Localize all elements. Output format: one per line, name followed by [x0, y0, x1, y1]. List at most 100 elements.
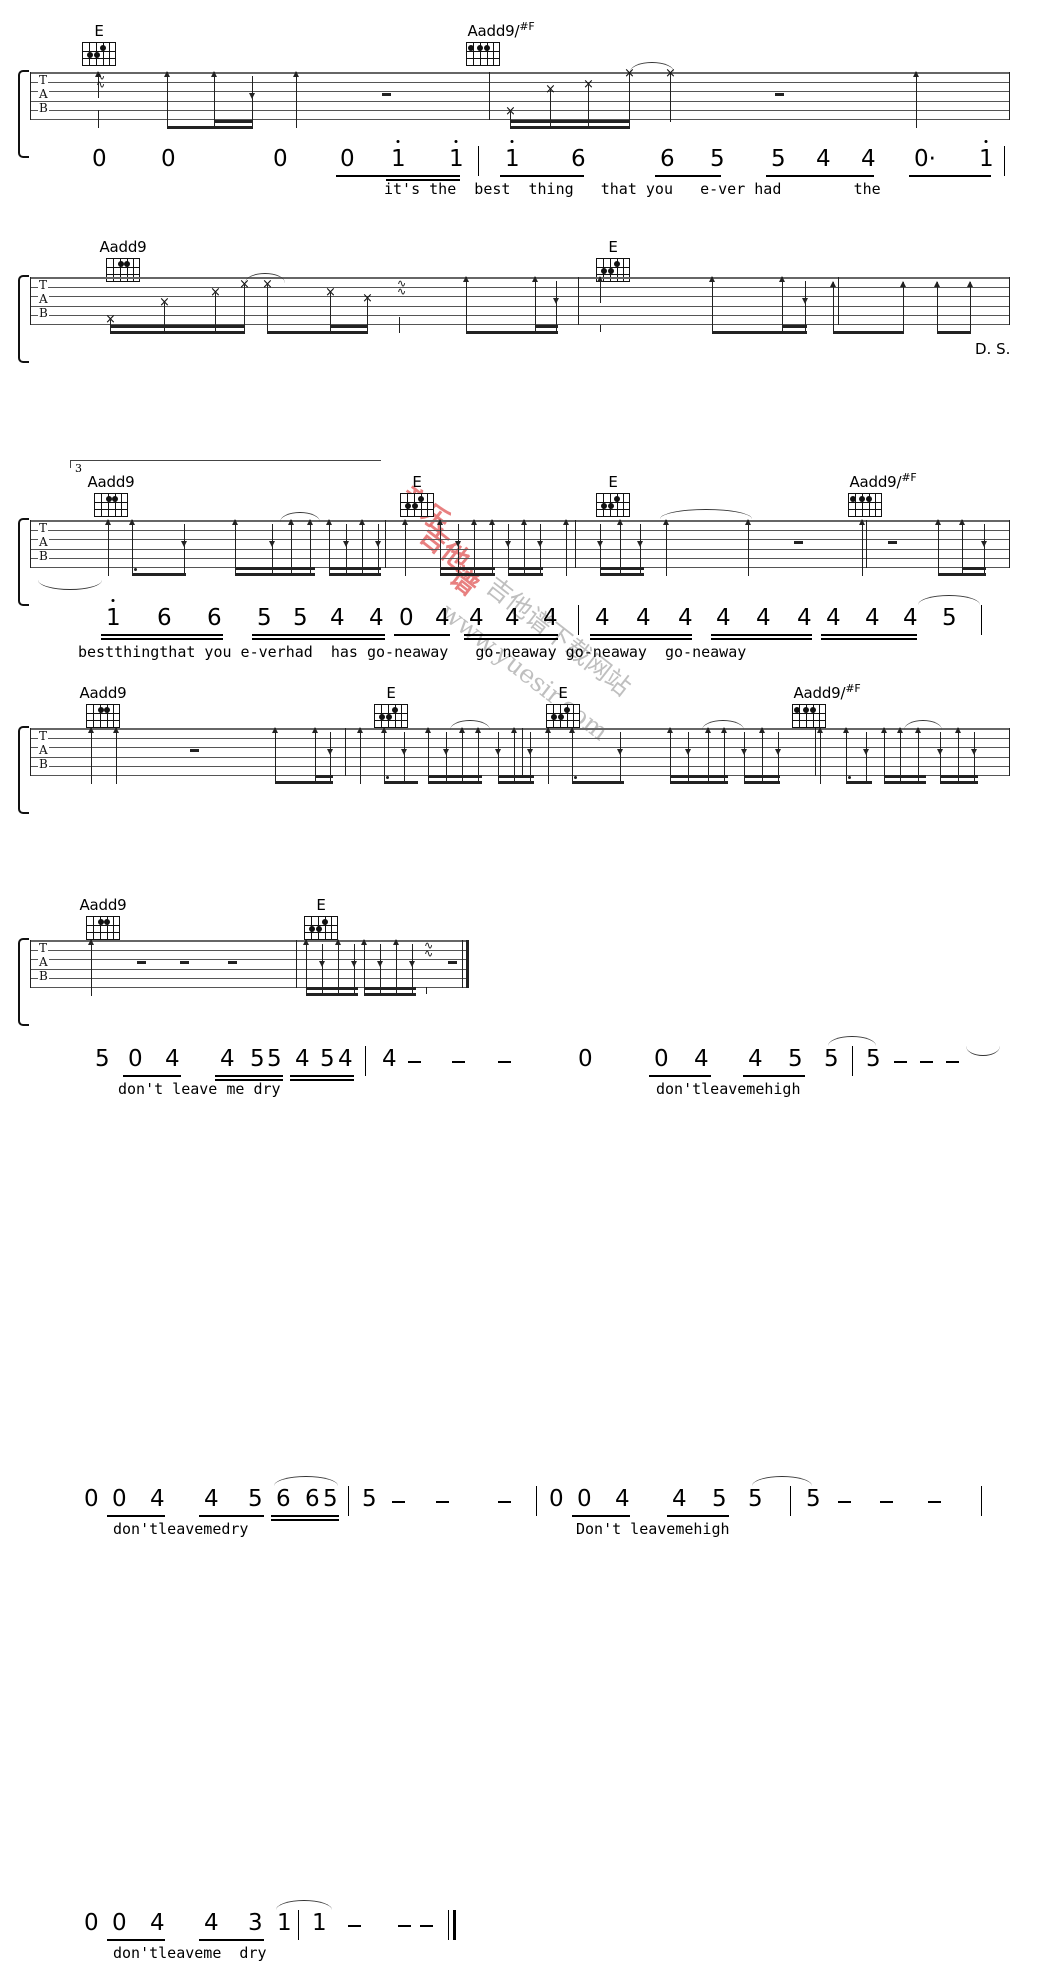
barline: [1009, 520, 1011, 568]
chord-name: E: [412, 473, 422, 491]
note-number: 1: [449, 140, 464, 171]
note-number: 0·: [914, 146, 936, 172]
chord-name: Aadd9/#F: [467, 20, 535, 40]
tab-letter-b: B: [38, 306, 49, 320]
note-number: 1: [979, 140, 994, 171]
note-stem: [846, 750, 848, 784]
note-number: 5: [248, 1486, 263, 1512]
barline: [30, 940, 32, 988]
hold-dash: [498, 1501, 511, 1504]
strum-up: [357, 727, 363, 750]
chord-name: Aadd9: [99, 238, 147, 256]
note-number: 6: [305, 1486, 320, 1512]
note-stem: [478, 750, 480, 784]
note-stem: [958, 750, 960, 784]
note-stem: [805, 303, 807, 333]
chord-aadd9-sharp-f: Aadd9/#F: [848, 472, 918, 517]
chord-name: Aadd9: [79, 684, 127, 702]
slur: [904, 720, 942, 730]
note-stem: [688, 754, 690, 784]
barline: [522, 728, 524, 776]
note-stem: [446, 754, 448, 784]
chord-e: E: [304, 898, 338, 940]
strum-up: [779, 276, 785, 299]
strum-up: [545, 727, 551, 750]
beam: [306, 993, 358, 996]
note-number: 4: [615, 1486, 630, 1512]
rest-dash: [382, 93, 391, 96]
note-stem: [984, 546, 986, 576]
beam: [498, 775, 534, 778]
rest-dash: [448, 961, 457, 964]
chord-diagram-e: [374, 704, 408, 728]
strum-down: [617, 732, 623, 755]
beam: [329, 573, 381, 576]
note-stem: [329, 542, 331, 576]
beam-underline: [199, 1515, 264, 1517]
beam: [938, 573, 986, 576]
tab-letter-b: B: [38, 101, 49, 115]
chord-diagram-e: [546, 704, 580, 728]
dotted-beam: [134, 568, 137, 571]
strum-up: [312, 727, 318, 750]
note-stem: [346, 546, 348, 576]
note-stem: [330, 754, 332, 784]
note-stem: [91, 750, 93, 784]
measure-divider: [478, 146, 480, 176]
beam: [167, 126, 253, 129]
tab-letter-b: B: [38, 969, 49, 983]
note-number: 4: [672, 1486, 687, 1512]
note-number: 4: [204, 1910, 219, 1936]
note-number: 1: [277, 1910, 292, 1936]
note-stem: [670, 750, 672, 784]
strum-up: [709, 276, 715, 299]
slur: [450, 720, 490, 730]
strum-up: [437, 519, 443, 542]
note-number: 6: [660, 146, 675, 172]
strum-up: [915, 727, 921, 750]
lyrics-line-1: don'tleavemedry: [113, 1520, 249, 1538]
rest-dash: [775, 93, 784, 96]
strum-up: [272, 727, 278, 750]
note-number: 0: [84, 1486, 99, 1512]
note-number: 4: [150, 1486, 165, 1512]
strum-down: [401, 732, 407, 755]
hold-dash: [928, 1501, 941, 1504]
system-brace: [18, 275, 29, 363]
note-stem: [315, 750, 317, 784]
rest-dash: [180, 961, 189, 964]
note-stem: [530, 754, 532, 784]
note-number: 0: [112, 1910, 127, 1936]
note-stem: [566, 542, 568, 576]
tab-letter-a: A: [38, 87, 49, 101]
beam: [744, 775, 780, 778]
final-barline: [466, 940, 469, 988]
strum-up: [511, 727, 517, 750]
note-stem: [600, 325, 602, 332]
strum-up: [88, 939, 94, 962]
system-brace: [18, 938, 29, 1026]
note-stem: [474, 542, 476, 576]
barline: [838, 277, 840, 325]
beam: [364, 987, 416, 990]
slur: [276, 1900, 332, 1910]
note-number: 0: [92, 146, 107, 172]
note-stem: [918, 750, 920, 784]
vibrato-mark: ∿ ∿: [397, 277, 406, 298]
strum-up: [307, 519, 313, 542]
chord-name: E: [94, 22, 104, 40]
beam: [940, 781, 978, 784]
beam: [510, 126, 630, 129]
note-stem: [291, 542, 293, 576]
chord-diagram-e: [304, 916, 338, 940]
note-number: 5: [323, 1486, 338, 1512]
note-number: 1: [505, 140, 520, 171]
strum-down: [343, 524, 349, 547]
note-stem: [492, 542, 494, 576]
barline: [578, 277, 580, 325]
note-number: 0: [161, 146, 176, 172]
beam-underline: [107, 1515, 165, 1517]
chord-aadd9-sharp-f: Aadd9/#F: [792, 683, 862, 728]
barline: [1009, 277, 1011, 325]
chord-aadd9: Aadd9: [78, 898, 128, 940]
